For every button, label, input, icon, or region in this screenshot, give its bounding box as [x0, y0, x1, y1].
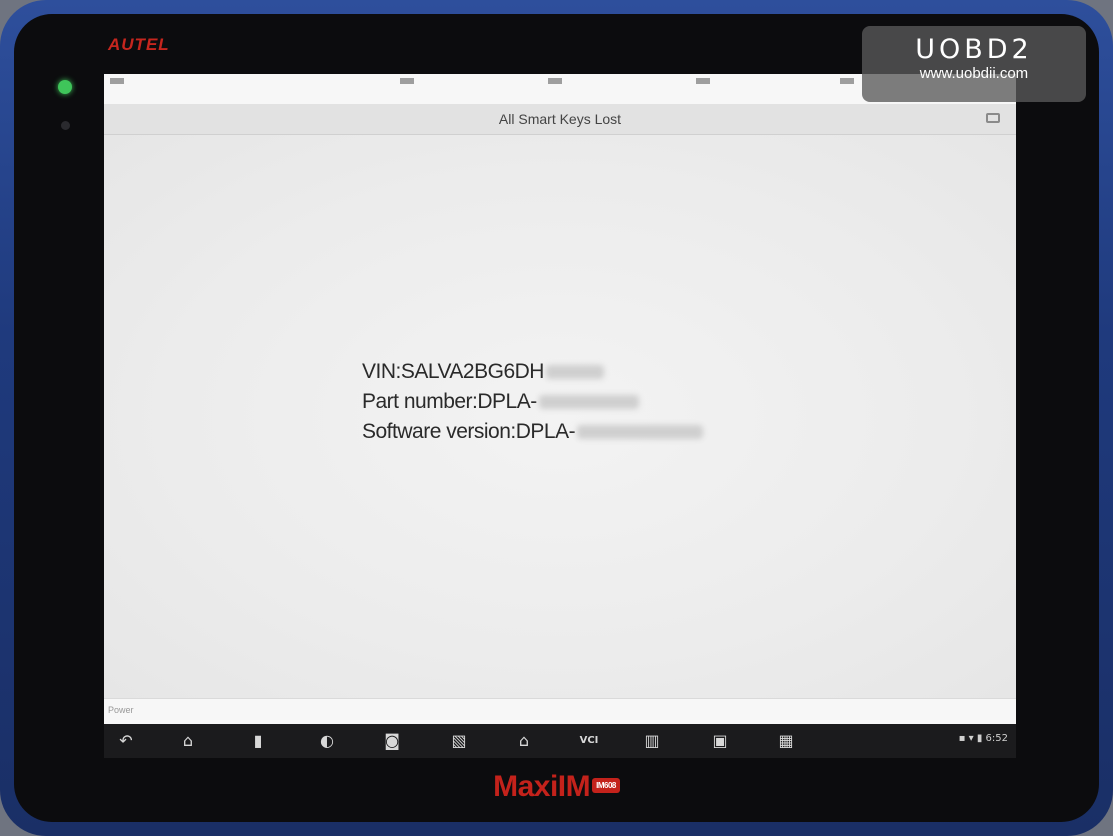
app-footer-bar: Power [104, 698, 1016, 725]
watermark-brand: UOBD2 [915, 34, 1033, 65]
maxi-home-icon[interactable]: ⌂ [512, 730, 536, 752]
data-manager-icon[interactable]: ▥ [640, 730, 664, 752]
model-name: MaxiIM [493, 770, 591, 803]
device-screen: All Smart Keys Lost VIN:SALVA2BG6DH Part… [104, 74, 1016, 758]
toolbar-icon[interactable] [840, 78, 854, 84]
main-content: VIN:SALVA2BG6DH Part number:DPLA- Softwa… [104, 135, 1016, 698]
camera-icon[interactable]: ◙ [380, 730, 404, 752]
back-icon[interactable]: ↶ [114, 730, 138, 752]
model-badge: IM608 [592, 777, 620, 793]
gallery-icon[interactable]: ▧ [447, 730, 471, 752]
network-icon[interactable]: ▦ [774, 730, 798, 752]
vehicle-icon[interactable]: ▣ [708, 730, 732, 752]
power-led-indicator [58, 80, 72, 94]
clock: 6:52 [985, 733, 1008, 744]
footer-status-text: Power [108, 705, 134, 715]
vehicle-info-block: VIN:SALVA2BG6DH Part number:DPLA- Softwa… [362, 357, 704, 447]
toolbar-icon[interactable] [696, 78, 710, 84]
title-bar: All Smart Keys Lost [104, 104, 1016, 135]
part-number-value: Part number:DPLA- [362, 390, 537, 413]
tablet-device: AUTEL All Smart Keys Lost VIN:SALVA2BG6D… [0, 0, 1113, 836]
redacted-vin-suffix [545, 365, 604, 380]
vin-value: VIN:SALVA2BG6DH [362, 360, 544, 383]
toolbar-icon[interactable] [110, 78, 124, 84]
status-area: ▪ ▾ ▮ 6:52 [959, 733, 1008, 744]
vci-icon[interactable]: VCI [574, 730, 604, 752]
autel-logo: AUTEL [108, 35, 170, 54]
wifi-icon: ▾ [968, 733, 974, 744]
battery-icon: ▮ [976, 733, 983, 744]
toolbar-icon[interactable] [400, 78, 414, 84]
software-version-line: Software version:DPLA- [362, 417, 704, 447]
recent-apps-icon[interactable]: ▮ [246, 730, 270, 752]
screen-mode-icon[interactable] [986, 113, 1000, 123]
home-icon[interactable]: ⌂ [176, 730, 200, 752]
redacted-software-version [577, 425, 704, 440]
notification-icon: ▪ [958, 733, 966, 744]
maxiim-logo: MaxiIM IM608 [0, 770, 1113, 804]
system-nav-bar: ↶ ⌂ ▮ ◐ ◙ ▧ ⌂ VCI ▥ ▣ ▦ ▪ ▾ ▮ 6:52 [104, 724, 1016, 758]
software-version-value: Software version:DPLA- [362, 420, 576, 443]
part-number-line: Part number:DPLA- [362, 387, 703, 417]
front-camera-lens [61, 121, 70, 130]
toolbar-icon[interactable] [548, 78, 562, 84]
vin-line: VIN:SALVA2BG6DH [362, 357, 703, 387]
page-title: All Smart Keys Lost [498, 111, 622, 127]
watermark-url: www.uobdii.com [919, 65, 1029, 82]
browser-icon[interactable]: ◐ [315, 730, 339, 752]
watermark: UOBD2 www.uobdii.com [862, 26, 1086, 102]
redacted-part-number [538, 395, 639, 410]
